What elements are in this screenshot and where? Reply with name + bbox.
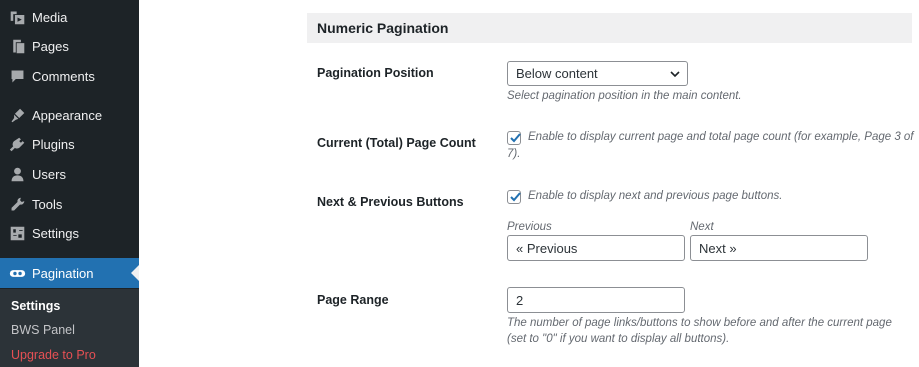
sidebar-item-settings[interactable]: Settings bbox=[0, 218, 139, 248]
section-title: Numeric Pagination bbox=[317, 20, 449, 36]
sidebar-item-appearance[interactable]: Appearance bbox=[0, 100, 139, 130]
sidebar-item-label: Pagination bbox=[32, 265, 94, 281]
page-range-description-cont: (set to "0" if you want to display all b… bbox=[507, 333, 730, 345]
pagination-position-label: Pagination Position bbox=[317, 66, 434, 80]
tools-icon bbox=[8, 195, 26, 213]
page-range-label: Page Range bbox=[317, 293, 389, 307]
admin-sidebar: Media Pages Comments Appearance Plugins … bbox=[0, 0, 139, 367]
settings-icon bbox=[8, 224, 26, 242]
previous-input-value: « Previous bbox=[516, 240, 578, 256]
next-input-value: Next » bbox=[699, 240, 737, 256]
page-count-description: Enable to display current page and total… bbox=[528, 131, 914, 143]
next-text-input[interactable]: Next » bbox=[690, 235, 868, 261]
sidebar-item-label: Media bbox=[32, 9, 68, 25]
sidebar-item-label: Users bbox=[32, 166, 66, 182]
sidebar-item-label: Comments bbox=[32, 68, 95, 84]
comments-icon bbox=[8, 67, 26, 85]
appearance-icon bbox=[8, 106, 26, 124]
sidebar-item-pagination[interactable]: Pagination bbox=[0, 258, 139, 288]
page-count-description-cont: 7). bbox=[507, 148, 521, 160]
sidebar-item-label: Tools bbox=[32, 196, 63, 212]
submenu-item-upgrade-to-pro[interactable]: Upgrade to Pro bbox=[11, 348, 96, 362]
previous-field-label: Previous bbox=[507, 221, 552, 233]
page-count-checkbox[interactable] bbox=[507, 131, 521, 145]
active-indicator-arrow bbox=[131, 265, 139, 281]
pagination-position-description: Select pagination position in the main c… bbox=[507, 90, 742, 102]
submenu-item-bws-panel[interactable]: BWS Panel bbox=[11, 323, 75, 337]
sidebar-item-users[interactable]: Users bbox=[0, 159, 139, 189]
pages-icon bbox=[8, 37, 26, 55]
page-count-label: Current (Total) Page Count bbox=[317, 136, 476, 150]
chevron-down-icon bbox=[669, 68, 681, 80]
next-prev-label: Next & Previous Buttons bbox=[317, 195, 464, 209]
sidebar-item-media[interactable]: Media bbox=[0, 2, 139, 32]
pagination-icon bbox=[8, 264, 26, 282]
next-prev-description: Enable to display next and previous page… bbox=[528, 190, 783, 202]
page-range-value: 2 bbox=[516, 292, 524, 308]
page-range-input[interactable]: 2 bbox=[507, 287, 685, 313]
checkmark-icon bbox=[510, 192, 521, 202]
sidebar-item-label: Settings bbox=[32, 225, 79, 241]
pagination-position-select[interactable]: Below content bbox=[507, 61, 688, 86]
sidebar-item-comments[interactable]: Comments bbox=[0, 61, 139, 91]
next-prev-checkbox[interactable] bbox=[507, 190, 521, 204]
sidebar-item-label: Appearance bbox=[32, 107, 103, 123]
sidebar-item-label: Pages bbox=[32, 38, 69, 54]
submenu-item-settings[interactable]: Settings bbox=[11, 299, 60, 313]
next-field-label: Next bbox=[690, 221, 714, 233]
previous-text-input[interactable]: « Previous bbox=[507, 235, 685, 261]
sidebar-item-plugins[interactable]: Plugins bbox=[0, 129, 139, 159]
sidebar-item-label: Plugins bbox=[32, 136, 75, 152]
select-value: Below content bbox=[516, 66, 598, 81]
checkmark-icon bbox=[510, 133, 521, 143]
page-range-description: The number of page links/buttons to show… bbox=[507, 317, 892, 329]
media-icon bbox=[8, 8, 26, 26]
plugins-icon bbox=[8, 135, 26, 153]
section-header: Numeric Pagination bbox=[307, 13, 912, 43]
users-icon bbox=[8, 165, 26, 183]
sidebar-item-pages[interactable]: Pages bbox=[0, 31, 139, 61]
sidebar-item-tools[interactable]: Tools bbox=[0, 189, 139, 219]
pagination-submenu: Settings BWS Panel Upgrade to Pro bbox=[0, 289, 139, 367]
